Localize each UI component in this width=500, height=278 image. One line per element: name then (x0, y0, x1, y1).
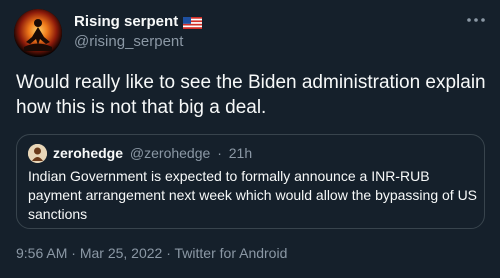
quote-separator: · (217, 145, 222, 161)
author-avatar[interactable] (14, 9, 62, 57)
meta-separator: · (71, 245, 76, 261)
tweet-time[interactable]: 9:56 AM (16, 245, 67, 261)
meta-separator: · (166, 245, 171, 261)
tweet-date[interactable]: Mar 25, 2022 (80, 245, 163, 261)
quote-author-name[interactable]: zerohedge (53, 145, 123, 161)
tweet-metadata: 9:56 AM · Mar 25, 2022 · Twitter for And… (16, 245, 287, 261)
tweet-card: Rising serpent @rising_serpent Would rea… (0, 0, 500, 278)
zerohedge-logo-avatar (28, 144, 47, 163)
tweet-source[interactable]: Twitter for Android (175, 245, 288, 261)
more-options-icon[interactable] (464, 12, 488, 28)
quote-author-avatar[interactable] (28, 144, 47, 163)
author-display-name[interactable]: Rising serpent (74, 13, 203, 30)
quoted-tweet[interactable]: zerohedge @zerohedge · 21h Indian Govern… (16, 134, 485, 229)
author-handle[interactable]: @rising_serpent (74, 33, 183, 50)
meditating-figure-fire-avatar (14, 9, 62, 57)
us-flag-icon (183, 16, 203, 29)
author-name-text: Rising serpent (74, 13, 179, 30)
quote-author-handle[interactable]: @zerohedge (130, 145, 210, 161)
quote-header: zerohedge @zerohedge · 21h (53, 145, 252, 161)
tweet-text: Would really like to see the Biden admin… (16, 72, 486, 118)
quote-text: Indian Government is expected to formall… (28, 168, 478, 222)
quote-time-ago[interactable]: 21h (229, 145, 252, 161)
